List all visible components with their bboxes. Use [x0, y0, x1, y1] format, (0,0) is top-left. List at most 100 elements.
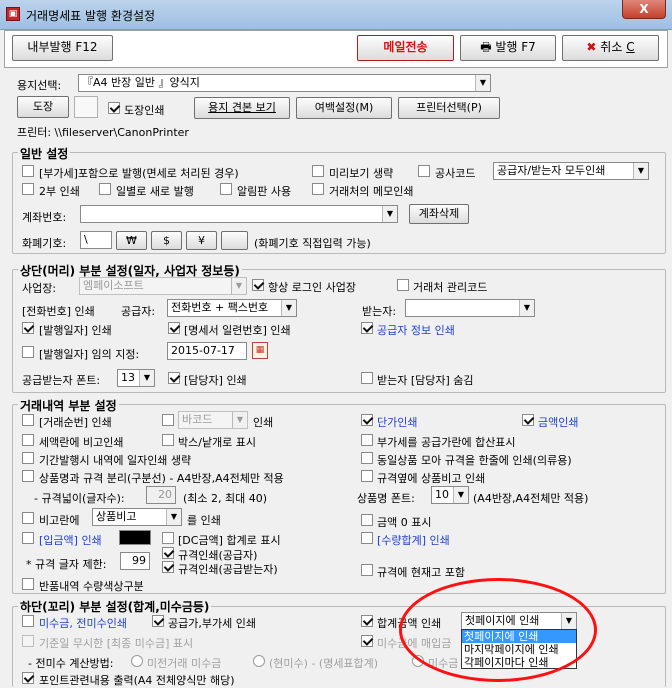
dc-amount-checkbox[interactable] [162, 532, 174, 544]
unpaid-issue-checkbox[interactable] [361, 635, 373, 647]
base-date-checkbox[interactable] [22, 635, 34, 647]
spec-print-receiver-checkbox[interactable] [162, 561, 174, 573]
receiver-select[interactable]: ▼ [405, 299, 535, 317]
issue-date-input[interactable]: 2015-07-17 [167, 342, 247, 360]
stamp-print-checkbox[interactable] [108, 102, 120, 114]
spec-width-note: (최소 2, 최대 40) [183, 492, 268, 505]
same-product-checkbox[interactable] [361, 452, 373, 464]
dropdown-option-each[interactable]: 각페이지마다 인쇄 [462, 656, 576, 669]
box-each-checkbox[interactable] [162, 434, 174, 446]
internal-issue-button[interactable]: 내부발행 F12 [12, 35, 113, 61]
cancel-button[interactable]: ✖ 취소 C [562, 35, 659, 61]
product-font-select[interactable]: 10 ▼ [431, 486, 469, 504]
business-select[interactable]: 엠페이소프트 ▼ [79, 277, 247, 295]
issue-date-print-checkbox[interactable] [22, 322, 34, 334]
two-copies-checkbox[interactable] [22, 183, 34, 195]
period-skip-checkbox[interactable] [22, 452, 34, 464]
account-select[interactable]: ▼ [80, 205, 398, 223]
period-skip-label: 기간발행시 내역에 일자인쇄 생략 [39, 454, 192, 467]
title-bar[interactable]: ▣ 거래명세표 발행 환경설정 X [0, 0, 672, 30]
issue-date-set-checkbox[interactable] [22, 346, 34, 358]
radio-prev-unpaid[interactable] [131, 655, 143, 667]
manager-print-label: [담당자] 인쇄 [184, 374, 247, 387]
client-memo-checkbox[interactable] [312, 183, 324, 195]
currency-input[interactable]: \ [80, 231, 112, 249]
currency-blank-button[interactable] [221, 231, 248, 250]
radio-other-unpaid[interactable] [412, 655, 424, 667]
dropdown-option-first[interactable]: 첫페이지에 인쇄 [462, 630, 576, 643]
receiver-font-value: 13 [121, 371, 135, 384]
print-target-value: 공급자/받는자 모두인쇄 [497, 164, 606, 177]
supplier-info-checkbox[interactable] [361, 322, 373, 334]
client-manage-code-checkbox[interactable] [397, 279, 409, 291]
cancel-x-icon: ✖ [586, 40, 597, 54]
printer-select-button[interactable]: 프린터선택(P) [398, 97, 500, 119]
points-print-checkbox[interactable] [22, 672, 34, 684]
issue-button[interactable]: 🖶 발행 F7 [460, 35, 556, 61]
total-print-checkbox[interactable] [361, 615, 373, 627]
print-target-select[interactable]: 공급자/받는자 모두인쇄 ▼ [493, 162, 649, 180]
amount-print-checkbox[interactable] [522, 414, 534, 426]
cancel-shortcut: C [626, 40, 635, 54]
remark-checkbox[interactable] [22, 512, 34, 524]
spec-beside-checkbox[interactable] [361, 470, 373, 482]
send-email-button[interactable]: 메일전송 [357, 35, 454, 61]
total-print-select[interactable]: 첫페이지에 인쇄 ▼ [461, 612, 577, 630]
qty-total-checkbox[interactable] [361, 532, 373, 544]
currency-won-button[interactable]: ₩ [116, 231, 147, 250]
deposit-color-swatch[interactable] [119, 530, 151, 545]
barcode-select[interactable]: 바코드 ▼ [178, 411, 248, 429]
receiver-manager-hide-checkbox[interactable] [361, 372, 373, 384]
spec-print-supplier-checkbox[interactable] [162, 547, 174, 559]
currency-dollar-button[interactable]: $ [151, 231, 182, 250]
currency-note: (화폐기호 직접입력 가능) [254, 237, 371, 250]
vat-included-checkbox[interactable] [22, 165, 34, 177]
unit-price-checkbox[interactable] [361, 414, 373, 426]
barcode-checkbox[interactable] [162, 414, 174, 426]
margin-settings-button[interactable]: 여백설정(M) [296, 97, 392, 119]
always-login-label: 항상 로그인 사업장 [268, 281, 356, 294]
spec-split-checkbox[interactable] [22, 470, 34, 482]
dropdown-option-last[interactable]: 마지막페이지에 인쇄 [462, 643, 576, 656]
app-icon: ▣ [6, 7, 20, 21]
zero-amount-label: 금액 0 표시 [377, 516, 432, 529]
preview-skip-checkbox[interactable] [312, 165, 324, 177]
stamp-preview [74, 96, 98, 118]
zero-amount-checkbox[interactable] [361, 514, 373, 526]
manager-print-checkbox[interactable] [168, 372, 180, 384]
construction-code-checkbox[interactable] [418, 165, 430, 177]
always-login-checkbox[interactable] [252, 279, 264, 291]
spec-limit-input[interactable]: 99 [120, 552, 150, 570]
spec-width-input[interactable]: 20 [146, 486, 176, 504]
notice-board-checkbox[interactable] [220, 183, 232, 195]
remark-select[interactable]: 상품비고 ▼ [92, 508, 182, 526]
deposit-print-checkbox[interactable] [22, 532, 34, 544]
calendar-icon[interactable]: ▦ [252, 342, 268, 359]
unpaid-print-checkbox[interactable] [22, 615, 34, 627]
product-font-note: (A4반장,A4전체만 적용) [473, 492, 589, 505]
close-window-button[interactable]: X [622, 0, 666, 19]
trade-order-checkbox[interactable] [22, 414, 34, 426]
supply-vat-checkbox[interactable] [152, 615, 164, 627]
date-new-issue-checkbox[interactable] [99, 183, 111, 195]
paper-select[interactable]: 『A4 반장 일반 』양식지 ▼ [78, 74, 491, 92]
tax-compare-checkbox[interactable] [22, 434, 34, 446]
product-font-label: 상품명 폰트: [357, 492, 415, 505]
serial-print-checkbox[interactable] [168, 322, 180, 334]
supplier-select[interactable]: 전화번호 + 팩스번호 ▼ [167, 299, 297, 317]
spec-print-receiver-label: 규격인쇄(공급받는자) [178, 563, 278, 576]
vat-sum-checkbox[interactable] [361, 434, 373, 446]
radio-current-unpaid[interactable] [253, 655, 265, 667]
account-label: 계좌번호: [22, 211, 67, 224]
spec-stock-checkbox[interactable] [361, 564, 373, 576]
cancel-label: 취소 [600, 40, 623, 54]
stamp-button[interactable]: 도장 [17, 96, 69, 118]
return-qty-checkbox[interactable] [22, 578, 34, 590]
receiver-font-select[interactable]: 13 ▼ [117, 369, 155, 387]
currency-yen-button[interactable]: ¥ [186, 231, 217, 250]
supplier-label: 공급자: [121, 305, 156, 318]
paper-preview-button[interactable]: 용지 견본 보기 [194, 97, 290, 119]
total-print-dropdown-list: 첫페이지에 인쇄 마지막페이지에 인쇄 각페이지마다 인쇄 [461, 629, 577, 669]
client-memo-label: 거래처의 메모인쇄 [329, 185, 414, 198]
account-delete-button[interactable]: 계좌삭제 [409, 204, 469, 224]
